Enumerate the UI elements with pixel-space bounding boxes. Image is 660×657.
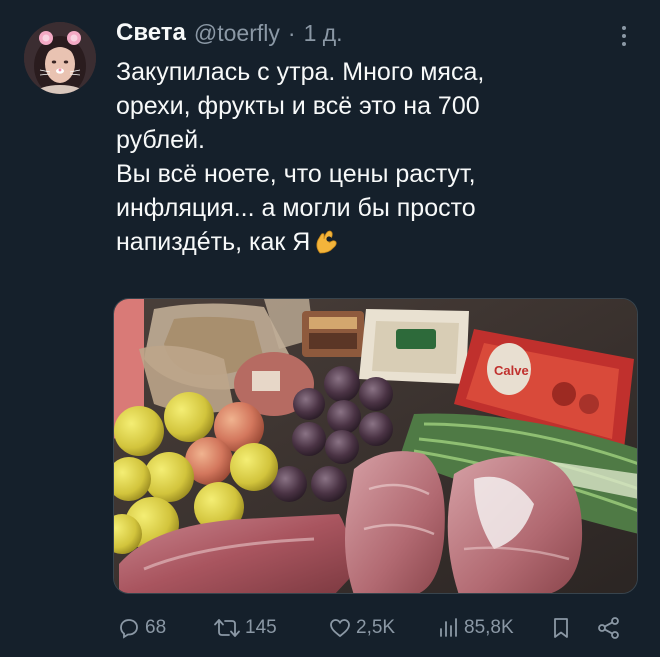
bookmark-icon <box>554 618 568 638</box>
tweet-text-line: напиздéть, как Я <box>116 228 311 256</box>
analytics-icon <box>440 618 457 637</box>
tweet-text-line-last: напиздéть, как Я <box>116 225 636 264</box>
retweet-icon <box>214 619 240 637</box>
tweet-text-line: инфляция... а могли бы просто <box>116 194 476 222</box>
like-button[interactable]: 2,5K <box>328 612 395 644</box>
ok-hand-icon <box>312 227 340 264</box>
reply-icon <box>120 619 138 639</box>
avatar[interactable] <box>24 22 96 94</box>
tweet-text: Закупилась с утра. Много мяса, орехи, фр… <box>116 55 636 264</box>
like-count: 2,5K <box>356 617 396 638</box>
package-label: Calve <box>494 363 529 378</box>
views-button[interactable]: 85,8K <box>438 612 514 644</box>
tweet-actions: 68 145 2,5K 85,8K <box>113 612 633 644</box>
bookmark-button[interactable] <box>550 612 572 644</box>
avatar-image <box>24 22 96 94</box>
display-name[interactable]: Света <box>116 19 186 47</box>
reply-count: 68 <box>145 617 167 638</box>
timestamp[interactable]: 1 д. <box>304 20 343 47</box>
share-button[interactable] <box>596 612 622 644</box>
view-count: 85,8K <box>464 617 514 638</box>
tweet-text-line: рублей. <box>116 126 206 154</box>
separator-dot: · <box>287 19 296 46</box>
reply-button[interactable]: 68 <box>117 612 166 644</box>
heart-icon <box>330 619 350 638</box>
share-icon <box>598 617 619 639</box>
retweet-button[interactable]: 145 <box>213 612 277 644</box>
more-options-icon[interactable] <box>612 22 636 50</box>
retweet-count: 145 <box>245 617 277 638</box>
tweet-header: Света @toerfly · 1 д. <box>116 18 343 48</box>
tweet-text-line: орехи, фрукты и всё это на 700 <box>116 92 480 120</box>
tweet-photo[interactable]: Calve <box>113 298 638 594</box>
user-handle[interactable]: @toerfly <box>194 20 280 47</box>
tweet[interactable]: Света @toerfly · 1 д. Закупилась с утра.… <box>0 0 660 657</box>
tweet-text-line: Закупилась с утра. Много мяса, <box>116 58 485 86</box>
groceries-photo: Calve <box>114 299 637 593</box>
tweet-text-line: Вы всё ноете, что цены растут, <box>116 160 476 188</box>
